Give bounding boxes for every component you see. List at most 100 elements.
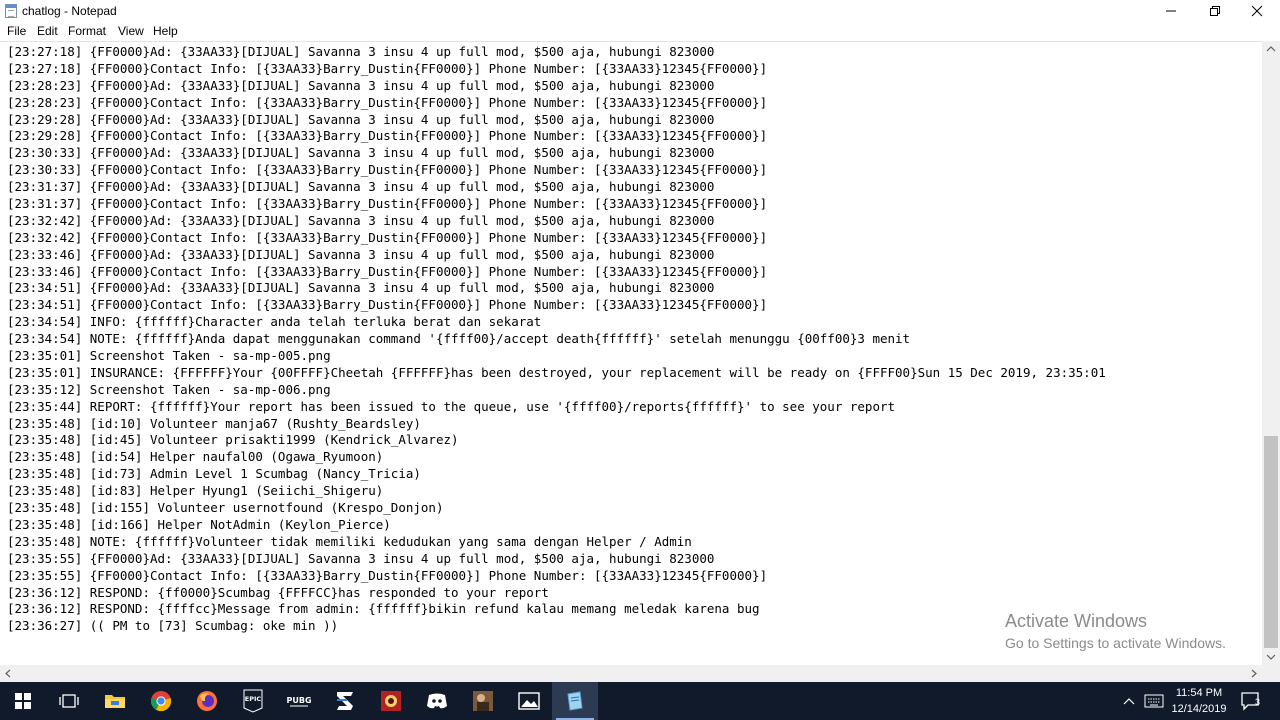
text-line[interactable]: [23:28:23] {FF0000}Contact Info: [{33AA3… [7, 95, 1106, 112]
discord-icon [427, 693, 447, 709]
text-line[interactable]: [23:27:18] {FF0000}Ad: {33AA33}[DIJUAL] … [7, 44, 1106, 61]
file-explorer-button[interactable] [92, 682, 138, 720]
text-line[interactable]: [23:32:42] {FF0000}Ad: {33AA33}[DIJUAL] … [7, 213, 1106, 230]
scroll-right-button[interactable] [1245, 665, 1262, 682]
text-line[interactable]: [23:35:48] [id:166] Helper NotAdmin (Key… [7, 517, 1106, 534]
text-line[interactable]: [23:31:37] {FF0000}Ad: {33AA33}[DIJUAL] … [7, 179, 1106, 196]
notification-count: 3 [1255, 697, 1261, 707]
vertical-scroll-thumb[interactable] [1264, 436, 1278, 648]
text-line[interactable]: [23:35:48] [id:155] Volunteer usernotfou… [7, 500, 1106, 517]
text-line[interactable]: [23:35:44] REPORT: {ffffff}Your report h… [7, 399, 1106, 416]
text-editor[interactable]: [23:27:18] {FF0000}Ad: {33AA33}[DIJUAL] … [0, 41, 1262, 665]
restore-icon [1210, 6, 1220, 16]
text-line[interactable]: [23:32:42] {FF0000}Contact Info: [{33AA3… [7, 230, 1106, 247]
epic-games-button[interactable]: EPIC [230, 682, 276, 720]
input-method-button[interactable] [1142, 682, 1166, 720]
vertical-scrollbar[interactable] [1262, 41, 1280, 665]
text-line[interactable]: [23:35:55] {FF0000}Ad: {33AA33}[DIJUAL] … [7, 551, 1106, 568]
keyboard-icon [1144, 694, 1164, 708]
close-icon [1251, 5, 1263, 17]
text-line[interactable]: [23:34:51] {FF0000}Contact Info: [{33AA3… [7, 297, 1106, 314]
text-line[interactable]: [23:35:48] [id:10] Volunteer manja67 (Ru… [7, 416, 1106, 433]
text-line[interactable]: [23:35:12] Screenshot Taken - sa-mp-006.… [7, 382, 1106, 399]
window-title: chatlog - Notepad [22, 4, 117, 18]
title-bar: chatlog - Notepad [0, 0, 1280, 22]
text-line[interactable]: [23:29:28] {FF0000}Contact Info: [{33AA3… [7, 128, 1106, 145]
menu-view[interactable]: View [118, 24, 144, 38]
text-line[interactable]: [23:30:33] {FF0000}Contact Info: [{33AA3… [7, 162, 1106, 179]
text-line[interactable]: [23:27:18] {FF0000}Contact Info: [{33AA3… [7, 61, 1106, 78]
scroll-up-button[interactable] [1262, 41, 1280, 58]
menu-help[interactable]: Help [153, 24, 178, 38]
chevron-down-icon [1266, 654, 1276, 660]
discord-button[interactable] [414, 682, 460, 720]
text-line[interactable]: [23:36:12] RESPOND: {ff0000}Scumbag {FFF… [7, 585, 1106, 602]
menu-file[interactable]: File [7, 24, 26, 38]
text-line[interactable]: [23:31:37] {FF0000}Contact Info: [{33AA3… [7, 196, 1106, 213]
text-line[interactable]: [23:33:46] {FF0000}Contact Info: [{33AA3… [7, 264, 1106, 281]
text-line[interactable]: [23:28:23] {FF0000}Ad: {33AA33}[DIJUAL] … [7, 78, 1106, 95]
pubg-label: PUBG [286, 696, 311, 705]
chevron-up-icon [1266, 46, 1276, 52]
text-line[interactable]: [23:35:48] [id:73] Admin Level 1 Scumbag… [7, 466, 1106, 483]
epic-games-icon: EPIC [243, 689, 263, 713]
menu-bar: File Edit Format View Help [0, 22, 1280, 41]
menu-format[interactable]: Format [68, 24, 106, 38]
text-line[interactable]: [23:36:12] RESPOND: {ffffcc}Message from… [7, 601, 1106, 618]
taskbar-clock[interactable]: 11:54 PM 12/14/2019 [1168, 685, 1230, 717]
start-button[interactable] [0, 682, 46, 720]
folder-icon [105, 695, 125, 708]
game-app-2-icon [473, 691, 493, 711]
scroll-corner [1262, 665, 1280, 682]
text-line[interactable]: [23:35:48] [id:45] Volunteer prisakti199… [7, 432, 1106, 449]
zune-icon [337, 692, 353, 710]
task-view-icon [59, 694, 79, 708]
menu-edit[interactable]: Edit [37, 24, 58, 38]
text-line[interactable]: [23:34:54] INFO: {ffffff}Character anda … [7, 314, 1106, 331]
text-line[interactable]: [23:34:54] NOTE: {ffffff}Anda dapat meng… [7, 331, 1106, 348]
scroll-left-button[interactable] [0, 665, 17, 682]
photos-button[interactable] [506, 682, 552, 720]
text-line[interactable]: [23:35:48] [id:54] Helper naufal00 (Ogaw… [7, 449, 1106, 466]
zune-button[interactable] [322, 682, 368, 720]
pubg-icon: PUBG [286, 696, 312, 707]
horizontal-scrollbar[interactable] [0, 665, 1262, 682]
restore-button[interactable] [1192, 0, 1238, 22]
task-view-button[interactable] [46, 682, 92, 720]
notepad-icon [5, 4, 17, 18]
text-line[interactable]: [23:35:01] Screenshot Taken - sa-mp-005.… [7, 348, 1106, 365]
game-app-icon [381, 691, 401, 711]
text-line[interactable]: [23:36:27] (( PM to [73] Scumbag: oke mi… [7, 618, 1106, 635]
text-line[interactable]: [23:33:46] {FF0000}Ad: {33AA33}[DIJUAL] … [7, 247, 1106, 264]
text-line[interactable]: [23:30:33] {FF0000}Ad: {33AA33}[DIJUAL] … [7, 145, 1106, 162]
notepad-taskbar-icon [567, 691, 583, 711]
chevron-left-icon [5, 669, 11, 678]
game-app-2-button[interactable] [460, 682, 506, 720]
notepad-taskbar-button[interactable] [552, 682, 598, 720]
chrome-icon [150, 691, 172, 712]
epic-label: EPIC [245, 695, 262, 703]
clock-date: 12/14/2019 [1171, 703, 1227, 715]
action-center-button[interactable]: 3 [1236, 682, 1266, 720]
close-button[interactable] [1234, 0, 1280, 22]
text-line[interactable]: [23:29:28] {FF0000}Ad: {33AA33}[DIJUAL] … [7, 112, 1106, 129]
text-line[interactable]: [23:35:55] {FF0000}Contact Info: [{33AA3… [7, 568, 1106, 585]
chrome-button[interactable] [138, 682, 184, 720]
windows-logo-icon [15, 693, 31, 709]
text-line[interactable]: [23:35:01] INSURANCE: {FFFFFF}Your {00FF… [7, 365, 1106, 382]
minimize-button[interactable] [1148, 0, 1194, 22]
scroll-down-button[interactable] [1262, 648, 1280, 665]
chevron-up-icon [1123, 698, 1135, 705]
text-content[interactable]: [23:27:18] {FF0000}Ad: {33AA33}[DIJUAL] … [7, 44, 1106, 635]
text-line[interactable]: [23:35:48] [id:83] Helper Hyung1 (Seiich… [7, 483, 1106, 500]
photos-icon [518, 692, 540, 710]
pubg-button[interactable]: PUBG [276, 682, 322, 720]
clock-time: 11:54 PM [1175, 687, 1223, 699]
show-hidden-icons-button[interactable] [1118, 682, 1140, 720]
text-line[interactable]: [23:34:51] {FF0000}Ad: {33AA33}[DIJUAL] … [7, 280, 1106, 297]
text-line[interactable]: [23:35:48] NOTE: {ffffff}Volunteer tidak… [7, 534, 1106, 551]
game-app-button[interactable] [368, 682, 414, 720]
firefox-button[interactable] [184, 682, 230, 720]
firefox-icon [197, 691, 217, 711]
taskbar: EPIC PUBG [0, 682, 1280, 720]
